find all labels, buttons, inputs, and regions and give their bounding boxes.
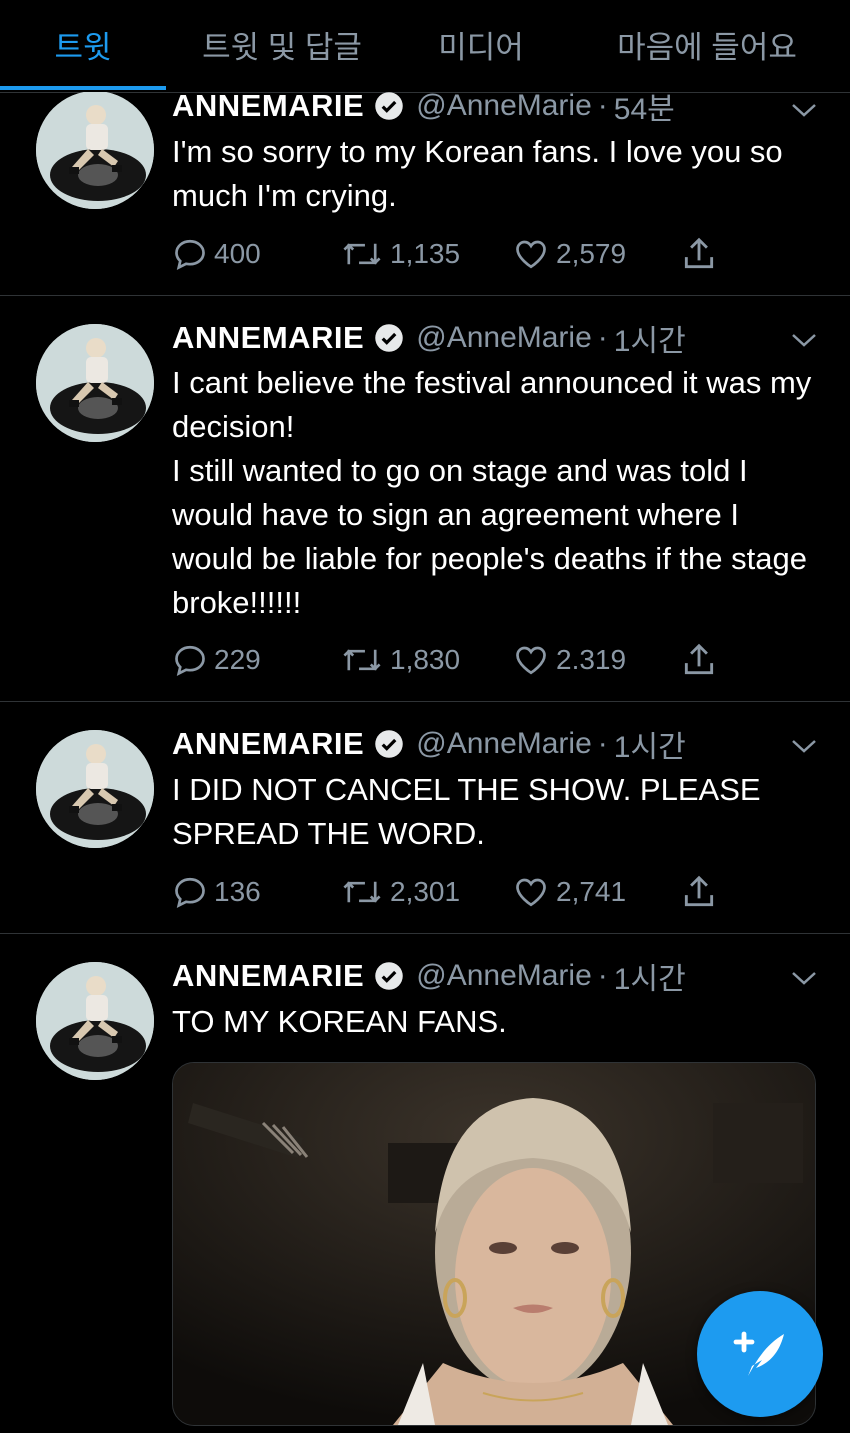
handle[interactable]: @AnneMarie	[416, 959, 592, 993]
tweet-text: I'm so sorry to my Korean fans. I love y…	[172, 134, 783, 213]
tweet[interactable]: ANNEMARIE @AnneMarie · 1시간 I DID NOT CAN…	[0, 702, 850, 934]
display-name[interactable]: ANNEMARIE	[172, 320, 364, 356]
chevron-down-icon[interactable]	[790, 100, 818, 120]
timestamp[interactable]: 1시간	[614, 722, 686, 766]
like-button[interactable]: 2,741	[512, 872, 626, 912]
reply-icon	[175, 239, 205, 271]
like-count: 2,579	[556, 238, 627, 269]
retweet-count: 2,301	[390, 876, 461, 907]
reply-count: 400	[214, 238, 261, 269]
reply-button[interactable]: 136	[172, 872, 261, 912]
avatar[interactable]	[36, 730, 154, 848]
tweet[interactable]: ANNEMARIE @AnneMarie · 1시간 I cant believ…	[0, 296, 850, 702]
reply-button[interactable]: 229	[172, 640, 261, 680]
reply-icon	[175, 645, 205, 677]
separator-dot: ·	[597, 92, 608, 122]
tweet-actions: 136 2,301 2,741	[172, 872, 732, 912]
tweet-actions: 229 1,830 2.319	[172, 640, 732, 680]
like-count: 2,741	[556, 876, 627, 907]
verified-badge-icon	[375, 962, 403, 990]
retweet-button[interactable]: 2,301	[340, 872, 460, 912]
timestamp[interactable]: 1시간	[614, 954, 686, 998]
handle[interactable]: @AnneMarie	[416, 92, 592, 123]
share-button[interactable]	[680, 234, 724, 274]
compose-tweet-button[interactable]	[697, 1291, 823, 1417]
share-button[interactable]	[680, 640, 724, 680]
tab-media[interactable]: 미디어	[398, 0, 564, 88]
separator-dot: ·	[597, 321, 608, 354]
verified-badge-icon	[375, 92, 403, 120]
handle[interactable]: @AnneMarie	[416, 321, 592, 355]
retweet-count: 1,135	[390, 238, 461, 269]
chevron-down-icon[interactable]	[790, 330, 818, 350]
verified-badge-icon	[375, 730, 403, 758]
avatar[interactable]	[36, 324, 154, 442]
avatar[interactable]	[36, 962, 154, 1080]
like-button[interactable]: 2,579	[512, 234, 626, 274]
retweet-icon	[343, 649, 381, 671]
display-name[interactable]: ANNEMARIE	[172, 726, 364, 762]
tweet-actions: 400 1,135 2,579	[172, 234, 732, 274]
tab-likes[interactable]: 마음에 들어요	[564, 0, 850, 88]
avatar[interactable]	[36, 92, 154, 209]
like-button[interactable]: 2.319	[512, 640, 626, 680]
display-name[interactable]: ANNEMARIE	[172, 958, 364, 994]
heart-icon	[516, 240, 546, 269]
tweet[interactable]: ANNEMARIE @AnneMarie · 54분 I'm so sorry …	[0, 92, 850, 296]
verified-badge-icon	[375, 324, 403, 352]
tweet-text: I cant believe the festival announced it…	[172, 365, 812, 620]
retweet-button[interactable]: 1,135	[340, 234, 460, 274]
handle[interactable]: @AnneMarie	[416, 727, 592, 761]
separator-dot: ·	[597, 959, 608, 992]
active-tab-indicator	[0, 86, 166, 90]
profile-tabs: 트윗 트윗 및 답글 미디어 마음에 들어요	[0, 0, 850, 93]
tweet-text: I DID NOT CANCEL THE SHOW. PLEASE SPREAD…	[172, 772, 761, 851]
tweet-text: TO MY KOREAN FANS.	[172, 1004, 507, 1039]
reply-icon	[175, 877, 205, 909]
tab-tweets-and-replies[interactable]: 트윗 및 답글	[166, 0, 398, 88]
reply-button[interactable]: 400	[172, 234, 261, 274]
retweet-count: 1,830	[390, 644, 461, 675]
timestamp[interactable]: 54분	[614, 92, 675, 128]
retweet-icon	[343, 881, 381, 903]
share-icon	[684, 875, 714, 907]
share-icon	[684, 237, 714, 269]
timestamp[interactable]: 1시간	[614, 316, 686, 360]
share-button[interactable]	[680, 872, 724, 912]
chevron-down-icon[interactable]	[790, 968, 818, 988]
reply-count: 229	[214, 644, 261, 675]
tab-tweets[interactable]: 트윗	[0, 0, 166, 88]
like-count: 2.319	[556, 644, 627, 675]
share-icon	[684, 643, 714, 675]
compose-tweet-icon	[733, 1331, 784, 1376]
separator-dot: ·	[597, 727, 608, 760]
retweet-icon	[343, 243, 381, 265]
display-name[interactable]: ANNEMARIE	[172, 92, 364, 124]
heart-icon	[516, 646, 546, 675]
reply-count: 136	[214, 876, 261, 907]
chevron-down-icon[interactable]	[790, 736, 818, 756]
retweet-button[interactable]: 1,830	[340, 640, 460, 680]
heart-icon	[516, 878, 546, 907]
